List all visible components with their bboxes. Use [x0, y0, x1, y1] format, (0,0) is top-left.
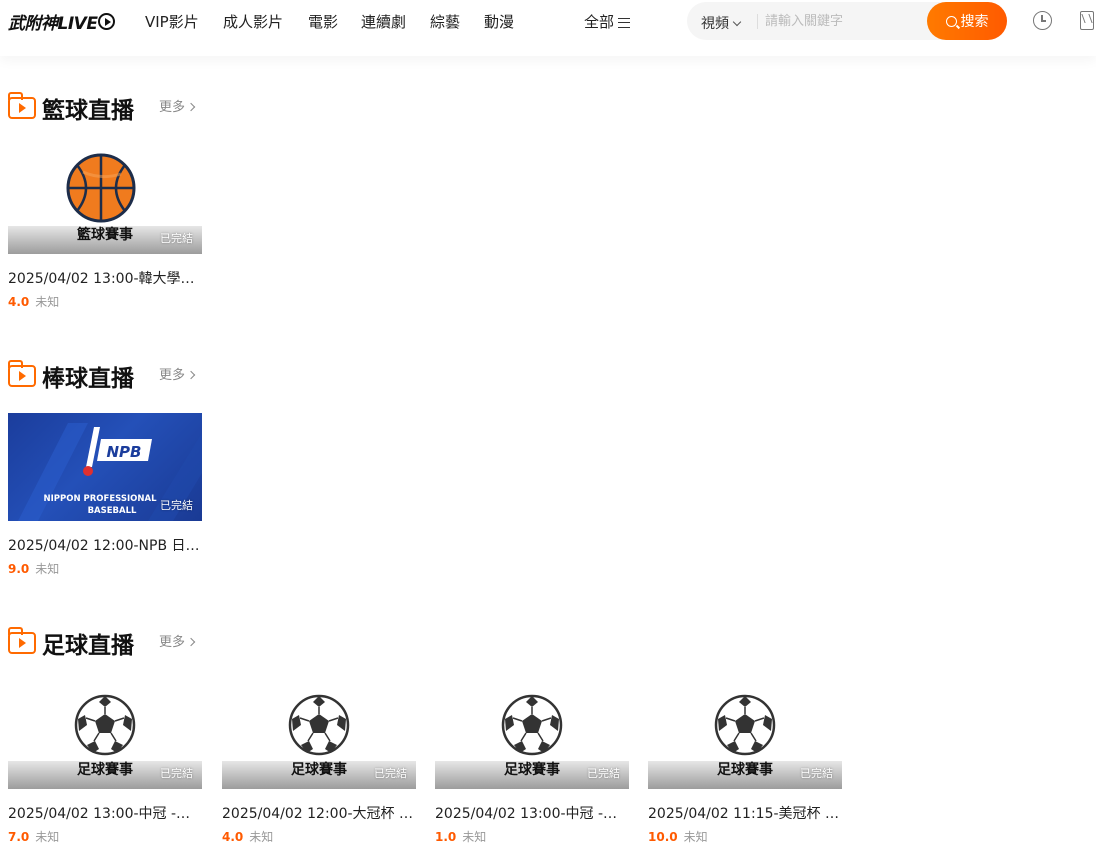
basketball-icon — [66, 153, 136, 223]
search-button-label: 搜索 — [960, 14, 989, 30]
section-name: 足球直播 — [42, 633, 134, 659]
chevron-right-icon — [186, 637, 196, 647]
status-badge: 已完結 — [160, 232, 193, 245]
card-title[interactable]: 2025/04/02 13:00-韓大學籃球-韓國大學... — [8, 268, 202, 288]
bookmark-icon[interactable] — [1080, 11, 1094, 30]
npb-line2: BASEBALL — [88, 506, 137, 516]
search-icon — [945, 15, 957, 27]
card-meta-text: 未知 — [35, 295, 60, 309]
status-badge: 已完結 — [374, 767, 407, 780]
nav-all-label: 全部 — [584, 13, 615, 31]
card-meta: 1.0 未知 — [435, 828, 629, 845]
card-title[interactable]: 2025/04/02 12:00-NPB 日本職業棒球 — [8, 535, 202, 555]
card-title[interactable]: 2025/04/02 13:00-中冠 -【直播】 — [435, 803, 629, 823]
soccer-ball-icon — [288, 694, 350, 756]
card-meta-text: 未知 — [249, 830, 274, 844]
logo-text: 武附神LIVE — [8, 13, 98, 34]
search-input[interactable] — [765, 8, 925, 34]
card-meta: 4.0 未知 — [8, 293, 202, 310]
nav-vip[interactable]: VIP影片 — [145, 11, 199, 32]
history-icon[interactable] — [1033, 11, 1052, 30]
soccer-ball-icon — [714, 694, 776, 756]
more-link-soccer[interactable]: 更多 — [159, 631, 196, 650]
card-thumbnail: 足球賽事 已完結 — [8, 681, 202, 789]
video-card[interactable]: NPB NIPPON PROFESSIONAL BASEBALL 已完結 202… — [8, 413, 202, 577]
card-thumbnail: 足球賽事 已完結 — [222, 681, 416, 789]
video-folder-icon — [7, 360, 36, 387]
chevron-right-icon — [186, 370, 196, 380]
more-label: 更多 — [159, 635, 186, 650]
status-badge: 已完結 — [160, 499, 193, 512]
card-score: 7.0 — [8, 830, 30, 844]
video-card[interactable]: 足球賽事 已完結 2025/04/02 11:15-美冠杯 -【直播】 10.0… — [648, 681, 842, 845]
soccer-ball-icon — [74, 694, 136, 756]
nav-movies[interactable]: 電影 — [308, 11, 338, 32]
nav-adult[interactable]: 成人影片 — [223, 11, 283, 32]
npb-logo-text: NPB — [107, 443, 142, 461]
card-title[interactable]: 2025/04/02 11:15-美冠杯 -【直播】 — [648, 803, 842, 823]
chevron-right-icon — [186, 102, 196, 112]
video-card[interactable]: 籃球賽事 已完結 2025/04/02 13:00-韓大學籃球-韓國大學... … — [8, 146, 202, 310]
nav-series[interactable]: 連續劇 — [361, 11, 406, 32]
nav-variety[interactable]: 綜藝 — [430, 11, 460, 32]
card-title[interactable]: 2025/04/02 12:00-大冠杯 -【直播】 — [222, 803, 416, 823]
more-link-baseball[interactable]: 更多 — [159, 364, 196, 383]
video-folder-icon — [7, 92, 36, 119]
card-thumbnail: 足球賽事 已完結 — [648, 681, 842, 789]
more-link-basketball[interactable]: 更多 — [159, 96, 196, 115]
video-card[interactable]: 足球賽事 已完結 2025/04/02 13:00-中冠 -【直播】 1.0 未知 — [435, 681, 629, 845]
card-score: 1.0 — [435, 830, 457, 844]
search-type-select[interactable]: 視頻 — [701, 13, 742, 33]
top-header: 武附神LIVE VIP影片 成人影片 電影 連續劇 綜藝 動漫 全部 視頻 搜索 — [0, 0, 1096, 56]
status-badge: 已完結 — [800, 767, 833, 780]
card-thumbnail: NPB NIPPON PROFESSIONAL BASEBALL 已完結 — [8, 413, 202, 521]
search-button[interactable]: 搜索 — [927, 2, 1007, 40]
section-name: 籃球直播 — [42, 98, 134, 124]
card-score: 4.0 — [8, 295, 30, 309]
soccer-ball-icon — [501, 694, 563, 756]
chevron-down-icon — [732, 17, 742, 27]
section-title-soccer: 足球直播 — [7, 626, 134, 660]
video-card[interactable]: 足球賽事 已完結 2025/04/02 13:00-中冠 -【直播】 7.0 未知 — [8, 681, 202, 845]
more-label: 更多 — [159, 100, 186, 115]
npb-line1: NIPPON PROFESSIONAL — [43, 494, 157, 504]
section-title-basketball: 籃球直播 — [7, 91, 134, 125]
card-title[interactable]: 2025/04/02 13:00-中冠 -【直播】 — [8, 803, 202, 823]
card-meta-text: 未知 — [35, 562, 60, 576]
card-meta: 4.0 未知 — [222, 828, 416, 845]
video-folder-icon — [7, 627, 36, 654]
play-icon — [98, 12, 116, 30]
site-logo[interactable]: 武附神LIVE — [8, 10, 116, 34]
nav-all[interactable]: 全部 — [584, 11, 631, 32]
search-bar: 視頻 搜索 — [687, 2, 1007, 40]
status-badge: 已完結 — [160, 767, 193, 780]
card-thumbnail: 籃球賽事 已完結 — [8, 146, 202, 254]
card-score: 9.0 — [8, 562, 30, 576]
search-divider — [757, 14, 758, 29]
card-meta-text: 未知 — [35, 830, 60, 844]
more-label: 更多 — [159, 368, 186, 383]
status-badge: 已完結 — [587, 767, 620, 780]
card-score: 10.0 — [648, 830, 678, 844]
section-name: 棒球直播 — [42, 366, 134, 392]
card-score: 4.0 — [222, 830, 244, 844]
menu-icon — [618, 17, 631, 28]
card-meta: 7.0 未知 — [8, 828, 202, 845]
card-meta-text: 未知 — [462, 830, 487, 844]
nav-anime[interactable]: 動漫 — [484, 11, 514, 32]
video-card[interactable]: 足球賽事 已完結 2025/04/02 12:00-大冠杯 -【直播】 4.0 未… — [222, 681, 416, 845]
section-title-baseball: 棒球直播 — [7, 359, 134, 393]
card-thumbnail: 足球賽事 已完結 — [435, 681, 629, 789]
card-meta: 10.0 未知 — [648, 828, 842, 845]
card-meta: 9.0 未知 — [8, 560, 202, 577]
card-meta-text: 未知 — [683, 830, 708, 844]
search-type-label: 視頻 — [701, 16, 729, 32]
